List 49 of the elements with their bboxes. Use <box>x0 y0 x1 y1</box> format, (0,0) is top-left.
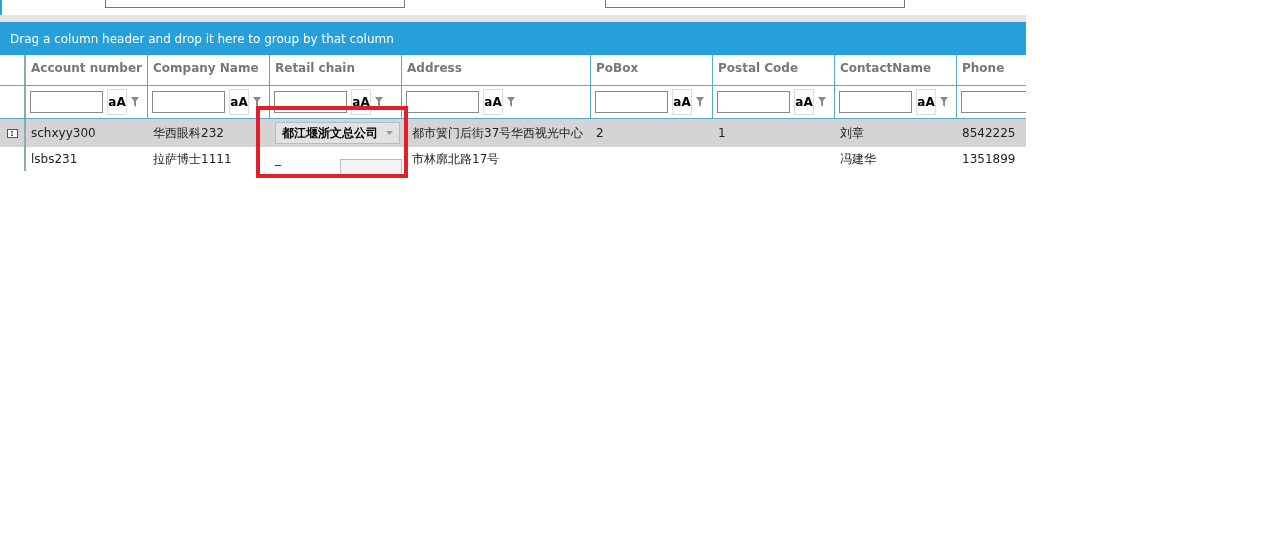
filter-icon[interactable] <box>131 97 139 107</box>
column-header[interactable]: Phone <box>957 55 1026 85</box>
table-row[interactable]: schxyy300 华西眼科232 都江堰浙文总公司 都市簧门后街37号华西视光中心 2 1 刘章 8542225 <box>0 119 1026 147</box>
filter-icon[interactable] <box>818 97 826 107</box>
text-field[interactable] <box>605 0 905 8</box>
filter-icon[interactable] <box>253 97 261 107</box>
column-header[interactable]: PoBox <box>591 55 713 85</box>
column-header[interactable]: Company Name <box>148 55 270 85</box>
text-field[interactable] <box>105 0 405 8</box>
caret-icon <box>386 131 393 135</box>
filter-field[interactable] <box>406 91 479 113</box>
table-cell: 都市簧门后街37号华西视光中心 <box>412 124 584 142</box>
match-case-button[interactable]: aA <box>229 89 249 115</box>
filter-field[interactable] <box>839 91 912 113</box>
column-header[interactable]: ContactName <box>835 55 957 85</box>
match-case-button[interactable]: aA <box>107 89 127 115</box>
filter-icon[interactable] <box>696 97 704 107</box>
match-case-button[interactable]: aA <box>916 89 936 115</box>
filter-field[interactable] <box>595 91 668 113</box>
table-cell: schxyy300 <box>31 126 96 140</box>
table-cell: 1 <box>718 126 726 140</box>
match-case-button[interactable]: aA <box>794 89 814 115</box>
match-case-button[interactable]: aA <box>672 89 692 115</box>
table-cell: 1351899 <box>962 152 1016 166</box>
filter-icon[interactable] <box>375 97 383 107</box>
table-cell: 市林廓北路17号 <box>412 150 500 168</box>
group-panel: Drag a column header and drop it here to group by that column <box>0 22 1026 55</box>
filter-field[interactable] <box>961 91 1026 113</box>
filter-icon[interactable] <box>507 97 515 107</box>
column-header[interactable]: Account number <box>26 55 148 85</box>
table-cell: lsbs231 <box>31 152 78 166</box>
table-cell: 冯建华 <box>840 150 876 168</box>
filter-field[interactable] <box>717 91 790 113</box>
table-cell: 2 <box>596 126 604 140</box>
table-cell: _ <box>275 152 281 166</box>
table-cell: 刘章 <box>840 124 864 142</box>
filter-field[interactable] <box>152 91 225 113</box>
table-cell: 8542225 <box>962 126 1016 140</box>
filter-field[interactable] <box>30 91 103 113</box>
column-header[interactable]: Retail chain <box>270 55 402 85</box>
retail-chain-dropdown[interactable]: 都江堰浙文总公司 <box>275 122 400 144</box>
match-case-button[interactable]: aA <box>483 89 503 115</box>
row-indicator-icon <box>6 128 18 138</box>
column-header[interactable]: Address <box>402 55 591 85</box>
tooltip <box>340 159 402 175</box>
table-cell: 拉萨博士1111 <box>153 150 232 168</box>
table-cell: 华西眼科232 <box>153 124 224 142</box>
column-header[interactable]: Postal Code <box>713 55 835 85</box>
filter-icon[interactable] <box>940 97 948 107</box>
